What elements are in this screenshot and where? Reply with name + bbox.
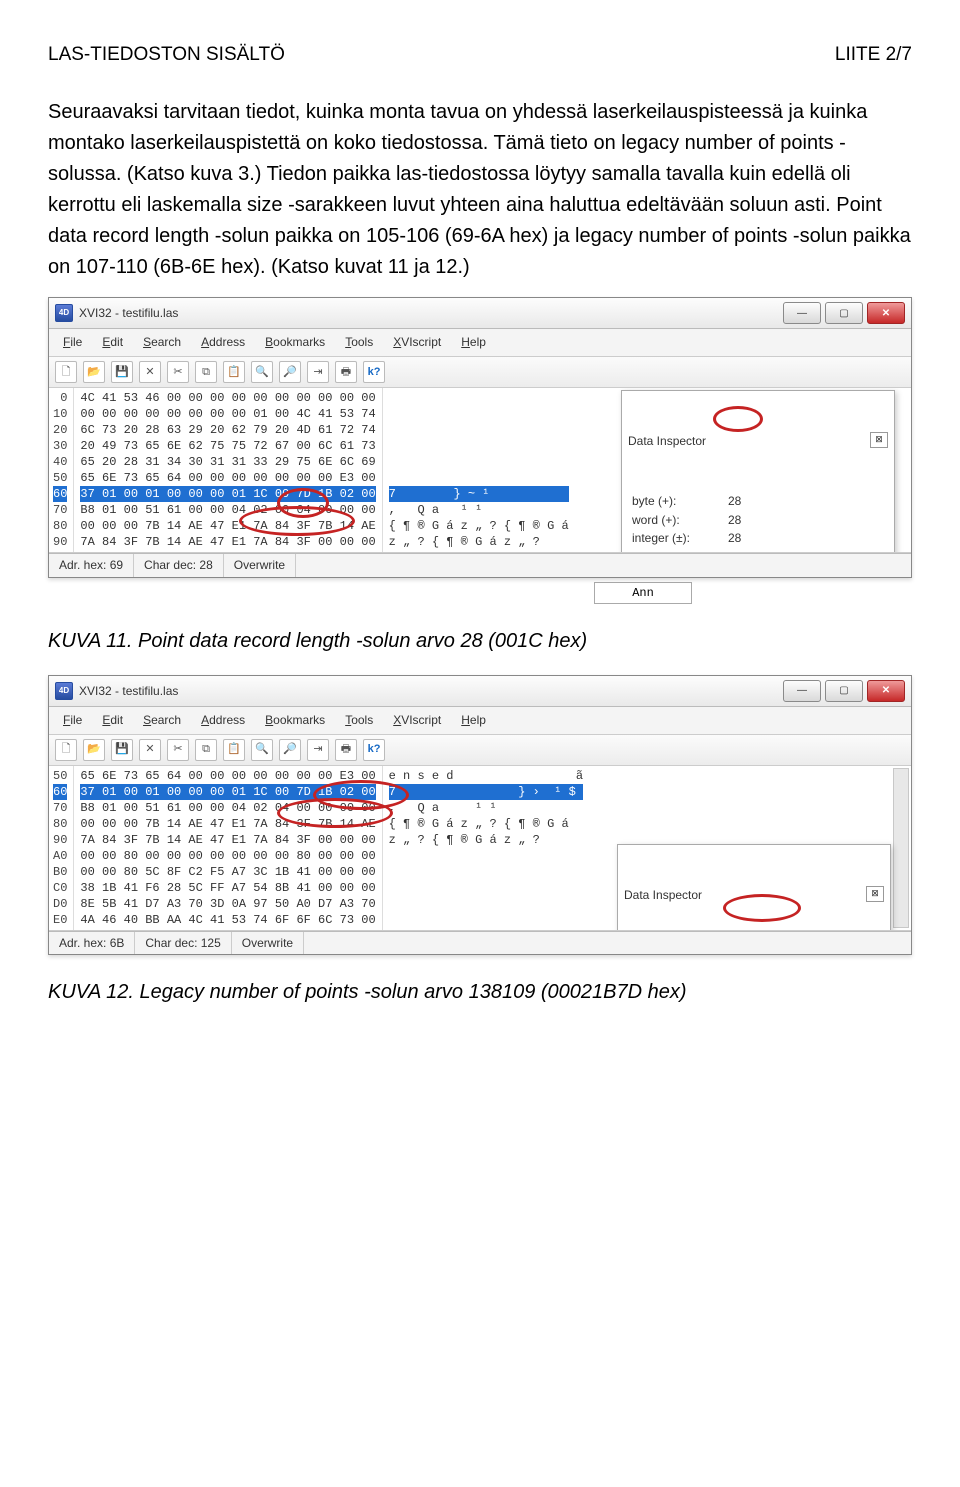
status-mode: Overwrite: [224, 554, 296, 577]
menu-edit[interactable]: Edit: [94, 331, 131, 354]
scrollbar[interactable]: [893, 768, 909, 928]
find-replace-icon[interactable]: 🔎: [279, 739, 301, 761]
menu-xviscript[interactable]: XVIscript: [385, 331, 449, 354]
data-inspector[interactable]: Data Inspector ⊠ byte (+):125 word (+):7…: [617, 844, 891, 931]
menu-address[interactable]: Address: [193, 709, 253, 732]
help-icon[interactable]: k?: [363, 361, 385, 383]
titlebar: 4D XVI32 - testifilu.las — ▢ ✕: [49, 298, 911, 329]
close-icon[interactable]: ⊠: [870, 432, 888, 448]
goto-icon[interactable]: ⇥: [307, 361, 329, 383]
close-button[interactable]: ✕: [867, 302, 905, 324]
app-icon: 4D: [55, 304, 73, 322]
open-icon[interactable]: 📂: [83, 739, 105, 761]
copy-icon[interactable]: ⧉: [195, 739, 217, 761]
status-char: Char dec: 125: [135, 932, 231, 955]
print-icon[interactable]: 🖶: [335, 739, 357, 761]
caption-kuva11: KUVA 11. Point data record length -solun…: [48, 626, 912, 657]
toolbar: 🗋 📂 💾 ✕ ✂ ⧉ 📋 🔍 🔎 ⇥ 🖶 k?: [49, 357, 911, 388]
header-right: LIITE 2/7: [835, 40, 912, 69]
menubar: File Edit Search Address Bookmarks Tools…: [49, 329, 911, 357]
hex-view[interactable]: 5060708090A0B0C0D0E0 65 6E 73 65 64 00 0…: [49, 766, 911, 931]
menu-file[interactable]: File: [55, 709, 90, 732]
menu-address[interactable]: Address: [193, 331, 253, 354]
app-icon: 4D: [55, 682, 73, 700]
goto-icon[interactable]: ⇥: [307, 739, 329, 761]
menu-search[interactable]: Search: [135, 709, 189, 732]
paste-icon[interactable]: 📋: [223, 739, 245, 761]
find-icon[interactable]: 🔍: [251, 361, 273, 383]
inspector-table: byte (+):28 word (+):28 integer (±):28 l…: [628, 492, 888, 553]
save-icon[interactable]: 💾: [111, 739, 133, 761]
find-replace-icon[interactable]: 🔎: [279, 361, 301, 383]
delete-icon[interactable]: ✕: [139, 739, 161, 761]
new-icon[interactable]: 🗋: [55, 739, 77, 761]
help-icon[interactable]: k?: [363, 739, 385, 761]
maximize-button[interactable]: ▢: [825, 302, 863, 324]
menu-search[interactable]: Search: [135, 331, 189, 354]
menu-bookmarks[interactable]: Bookmarks: [257, 331, 333, 354]
screenshot-kuva11: 4D XVI32 - testifilu.las — ▢ ✕ File Edit…: [48, 297, 912, 577]
inspector-title: Data Inspector: [628, 432, 706, 451]
status-address: Adr. hex: 69: [49, 554, 134, 577]
header-left: LAS-TIEDOSTON SISÄLTÖ: [48, 40, 285, 69]
statusbar: Adr. hex: 69 Char dec: 28 Overwrite: [49, 553, 911, 577]
page-header: LAS-TIEDOSTON SISÄLTÖ LIITE 2/7: [48, 40, 912, 69]
cut-icon[interactable]: ✂: [167, 361, 189, 383]
menu-file[interactable]: File: [55, 331, 90, 354]
screenshot-kuva12: 4D XVI32 - testifilu.las — ▢ ✕ File Edit…: [48, 675, 912, 955]
maximize-button[interactable]: ▢: [825, 680, 863, 702]
minimize-button[interactable]: —: [783, 680, 821, 702]
fragment-label: Ann: [632, 586, 654, 600]
paragraph-1: Seuraavaksi tarvitaan tiedot, kuinka mon…: [48, 97, 912, 283]
caption-kuva12: KUVA 12. Legacy number of points -solun …: [48, 977, 912, 1008]
inspector-title: Data Inspector: [624, 886, 702, 905]
data-inspector[interactable]: Data Inspector ⊠ byte (+):28 word (+):28…: [621, 390, 895, 553]
status-address: Adr. hex: 6B: [49, 932, 135, 955]
menu-xviscript[interactable]: XVIscript: [385, 709, 449, 732]
toolbar: 🗋 📂 💾 ✕ ✂ ⧉ 📋 🔍 🔎 ⇥ 🖶 k?: [49, 735, 911, 766]
menu-tools[interactable]: Tools: [337, 709, 381, 732]
close-icon[interactable]: ⊠: [866, 886, 884, 902]
close-button[interactable]: ✕: [867, 680, 905, 702]
status-char: Char dec: 28: [134, 554, 224, 577]
fragment-box: Ann: [594, 582, 692, 605]
cut-icon[interactable]: ✂: [167, 739, 189, 761]
menu-bookmarks[interactable]: Bookmarks: [257, 709, 333, 732]
copy-icon[interactable]: ⧉: [195, 361, 217, 383]
titlebar: 4D XVI32 - testifilu.las — ▢ ✕: [49, 676, 911, 707]
minimize-button[interactable]: —: [783, 302, 821, 324]
status-mode: Overwrite: [232, 932, 304, 955]
hex-view[interactable]: 0102030405060708090 4C 41 53 46 00 00 00…: [49, 388, 911, 553]
window-title: XVI32 - testifilu.las: [79, 304, 178, 323]
paste-icon[interactable]: 📋: [223, 361, 245, 383]
menu-tools[interactable]: Tools: [337, 331, 381, 354]
body-text: Seuraavaksi tarvitaan tiedot, kuinka mon…: [48, 97, 912, 283]
find-icon[interactable]: 🔍: [251, 739, 273, 761]
menubar: File Edit Search Address Bookmarks Tools…: [49, 707, 911, 735]
open-icon[interactable]: 📂: [83, 361, 105, 383]
menu-help[interactable]: Help: [453, 709, 494, 732]
print-icon[interactable]: 🖶: [335, 361, 357, 383]
save-icon[interactable]: 💾: [111, 361, 133, 383]
menu-edit[interactable]: Edit: [94, 709, 131, 732]
statusbar: Adr. hex: 6B Char dec: 125 Overwrite: [49, 931, 911, 955]
delete-icon[interactable]: ✕: [139, 361, 161, 383]
menu-help[interactable]: Help: [453, 331, 494, 354]
new-icon[interactable]: 🗋: [55, 361, 77, 383]
window-title: XVI32 - testifilu.las: [79, 682, 178, 701]
